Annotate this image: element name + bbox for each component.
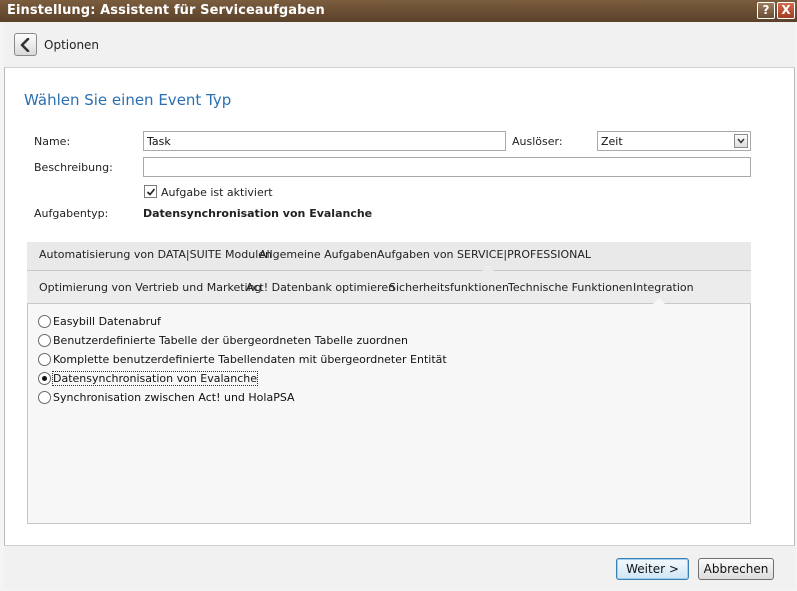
active-tab-pointer [653, 298, 665, 304]
tab-sales-marketing[interactable]: Optimierung von Vertrieb und Marketing [39, 281, 262, 294]
tab-service-professional[interactable]: Aufgaben von SERVICE|PROFESSIONAL [377, 248, 591, 261]
radio-selected-dot [42, 376, 47, 381]
tab-data-suite[interactable]: Automatisierung von DATA|SUITE Modulen [39, 248, 272, 261]
tab-general[interactable]: Allgemeine Aufgaben [259, 248, 377, 261]
radio-custom-table-assign[interactable] [38, 334, 51, 347]
back-button[interactable] [14, 33, 37, 56]
help-button[interactable]: ? [757, 2, 775, 19]
tab-integration[interactable]: Integration [633, 281, 694, 294]
cancel-button[interactable]: Abbrechen [698, 558, 774, 580]
description-input[interactable] [143, 157, 751, 177]
active-label: Aufgabe ist aktiviert [161, 186, 273, 199]
radio-easybill[interactable] [38, 315, 51, 328]
radio-holapsa[interactable] [38, 391, 51, 404]
back-arrow-icon [20, 38, 30, 52]
description-label: Beschreibung: [34, 161, 113, 174]
tab-row-1: Automatisierung von DATA|SUITE Modulen A… [27, 242, 751, 271]
name-input[interactable]: Task [143, 131, 506, 151]
footer-bar: Weiter > Abbrechen [4, 545, 795, 589]
radio-easybill-label[interactable]: Easybill Datenabruf [53, 315, 161, 328]
radio-holapsa-label[interactable]: Synchronisation zwischen Act! und HolaPS… [53, 391, 295, 404]
trigger-select[interactable]: Zeit [597, 131, 751, 151]
radio-custom-table-assign-label[interactable]: Benutzerdefinierte Tabelle der übergeord… [53, 334, 408, 347]
tab-technical[interactable]: Technische Funktionen [508, 281, 633, 294]
close-button[interactable]: X [777, 2, 795, 19]
tab-security[interactable]: Sicherheitsfunktionen [389, 281, 509, 294]
task-type-label: Aufgabentyp: [34, 207, 109, 220]
radio-custom-table-data-label[interactable]: Komplette benutzerdefinierte Tabellendat… [53, 353, 447, 366]
name-label: Name: [34, 135, 71, 148]
window-title: Einstellung: Assistent für Serviceaufgab… [7, 3, 325, 18]
tab-row-2: Optimierung von Vertrieb und Marketing A… [27, 271, 751, 304]
next-button[interactable]: Weiter > [616, 558, 689, 580]
radio-custom-table-data[interactable] [38, 353, 51, 366]
dropdown-arrow-icon[interactable] [734, 134, 748, 148]
checkmark-icon [146, 188, 156, 196]
radio-evalanche[interactable] [38, 372, 51, 385]
title-bar: Einstellung: Assistent für Serviceaufgab… [0, 0, 797, 22]
tab-act-database[interactable]: Act! Datenbank optimieren [246, 281, 395, 294]
active-checkbox[interactable] [144, 185, 157, 198]
radio-evalanche-label[interactable]: Datensynchronisation von Evalanche [51, 371, 259, 386]
trigger-label: Auslöser: [512, 135, 563, 148]
task-type-value: Datensynchronisation von Evalanche [143, 207, 373, 220]
trigger-value: Zeit [601, 135, 623, 148]
options-label: Optionen [44, 38, 100, 52]
header-bar: Optionen [4, 22, 795, 68]
page-title: Wählen Sie einen Event Typ [24, 91, 232, 109]
